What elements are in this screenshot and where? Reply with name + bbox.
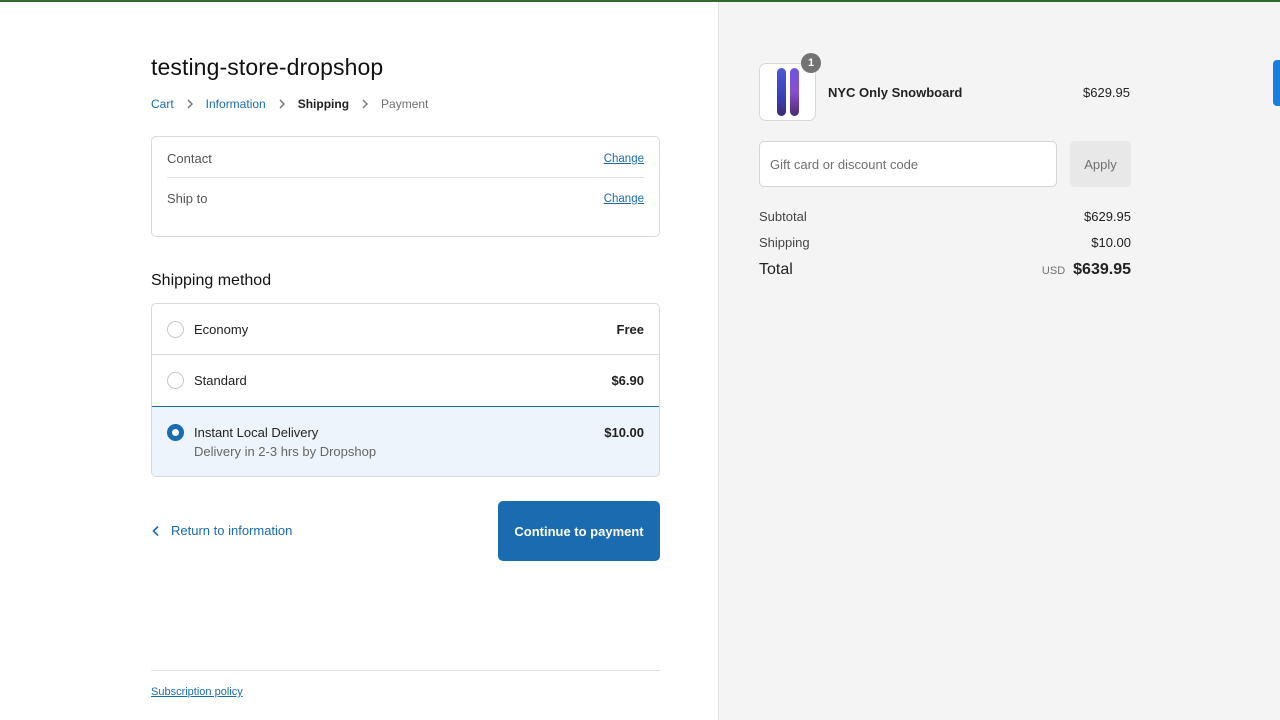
method-price: $6.90 [611,373,644,388]
method-price: Free [616,322,644,337]
breadcrumb-cart[interactable]: Cart [151,97,174,111]
apply-discount-button[interactable]: Apply [1070,141,1131,187]
radio-button[interactable] [167,372,184,389]
shipping-option-economy[interactable]: Economy Free [152,304,659,355]
subtotal-label: Subtotal [759,209,807,224]
shipping-option-instant-local-delivery[interactable]: Instant Local Delivery Delivery in 2-3 h… [152,406,659,476]
review-box: Contact Change Ship to Change [151,136,660,237]
product-name: NYC Only Snowboard [828,85,963,100]
method-subtitle: Delivery in 2-3 hrs by Dropshop [194,444,377,459]
chevron-left-icon [152,525,159,536]
continue-to-payment-button[interactable]: Continue to payment [498,501,660,561]
return-to-information-link[interactable]: Return to information [151,523,292,538]
chevron-right-icon [359,98,371,110]
method-name: Standard [194,373,247,388]
total-row: Total USD $639.95 [759,261,1131,279]
order-summary: 1 NYC Only Snowboard $629.95 Apply Subto… [718,2,1280,720]
review-divider [167,177,644,178]
subscription-policy-link[interactable]: Subscription policy [151,686,243,698]
shipping-label: Shipping [759,235,810,250]
total-value: $639.95 [1073,261,1131,278]
method-price: $10.00 [604,425,644,440]
method-name: Economy [194,322,249,337]
product-price: $629.95 [1083,85,1130,100]
return-link-label: Return to information [171,523,293,538]
contact-label: Contact [167,151,212,166]
change-contact-link[interactable]: Change [604,153,644,165]
checkout-main: testing-store-dropshop Cart Information … [0,2,718,720]
breadcrumb-payment: Payment [381,97,429,111]
discount-code-input[interactable] [759,141,1057,187]
snowboard-image [776,68,799,116]
currency-code: USD [1041,265,1066,277]
radio-button[interactable] [167,321,184,338]
shipping-methods: Economy Free Standard $6.90 Instant Loca… [151,303,660,477]
shipping-method-title: Shipping method [151,272,272,289]
subtotal-row: Subtotal $629.95 [759,209,1131,224]
breadcrumb: Cart Information Shipping Payment [151,97,428,111]
side-scroll-tab[interactable] [1273,60,1280,106]
shipping-option-standard[interactable]: Standard $6.90 [152,355,659,407]
footer-divider [151,670,660,671]
subtotal-value: $629.95 [1084,209,1131,224]
shipping-value: $10.00 [1091,235,1131,250]
method-name: Instant Local Delivery [194,425,319,440]
chevron-right-icon [276,98,288,110]
chevron-right-icon [184,98,196,110]
breadcrumb-information[interactable]: Information [206,97,266,111]
store-name[interactable]: testing-store-dropshop [151,54,383,81]
change-ship-to-link[interactable]: Change [604,193,644,205]
radio-button-selected[interactable] [167,424,184,441]
ship-to-label: Ship to [167,191,208,206]
breadcrumb-shipping: Shipping [297,97,350,111]
contact-row: Contact Change [167,151,644,166]
ship-to-row: Ship to Change [167,191,644,206]
shipping-row: Shipping $10.00 [759,235,1131,250]
total-label: Total [759,261,793,278]
quantity-badge: 1 [801,53,821,73]
